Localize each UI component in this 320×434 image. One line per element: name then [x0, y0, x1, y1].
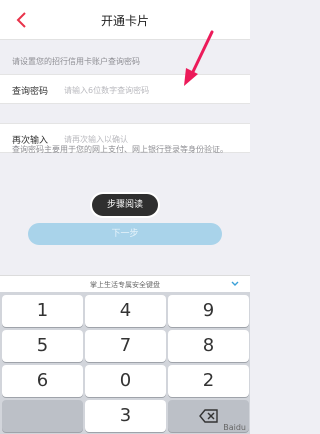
key-1[interactable]: 1 — [2, 295, 83, 327]
query-password-label: 查询密码 — [12, 87, 49, 97]
watermark: Baidu — [223, 423, 246, 432]
step-reading-badge[interactable]: 步骤阅读 — [92, 194, 158, 216]
blank-key — [2, 400, 83, 432]
key-6[interactable]: 6 — [2, 365, 83, 397]
chevron-down-icon[interactable] — [230, 279, 240, 289]
key-4[interactable]: 4 — [85, 295, 166, 327]
key-7[interactable]: 7 — [85, 330, 166, 362]
annotation-arrow-icon — [184, 30, 214, 86]
key-5[interactable]: 5 — [2, 330, 83, 362]
key-8[interactable]: 8 — [168, 330, 249, 362]
key-0[interactable]: 0 — [85, 365, 166, 397]
key-3[interactable]: 3 — [85, 400, 166, 432]
number-keypad: 1 4 9 5 7 8 6 0 2 3 Baidu — [0, 292, 250, 434]
key-9[interactable]: 9 — [168, 295, 249, 327]
next-step-button[interactable]: 下一步 — [28, 223, 222, 245]
instruction-text: 请设置您的招行信用卡账户查询密码 — [12, 57, 140, 66]
page-title: 开通卡片 — [100, 14, 149, 28]
backspace-icon — [198, 409, 218, 423]
keyboard-header: 掌上生活专属安全键盘 — [0, 275, 250, 292]
key-2[interactable]: 2 — [168, 365, 249, 397]
usage-note: 查询密码主要用于您的网上支付、网上银行登录等身份验证。 — [12, 145, 228, 154]
keyboard-title: 掌上生活专属安全键盘 — [90, 281, 160, 289]
